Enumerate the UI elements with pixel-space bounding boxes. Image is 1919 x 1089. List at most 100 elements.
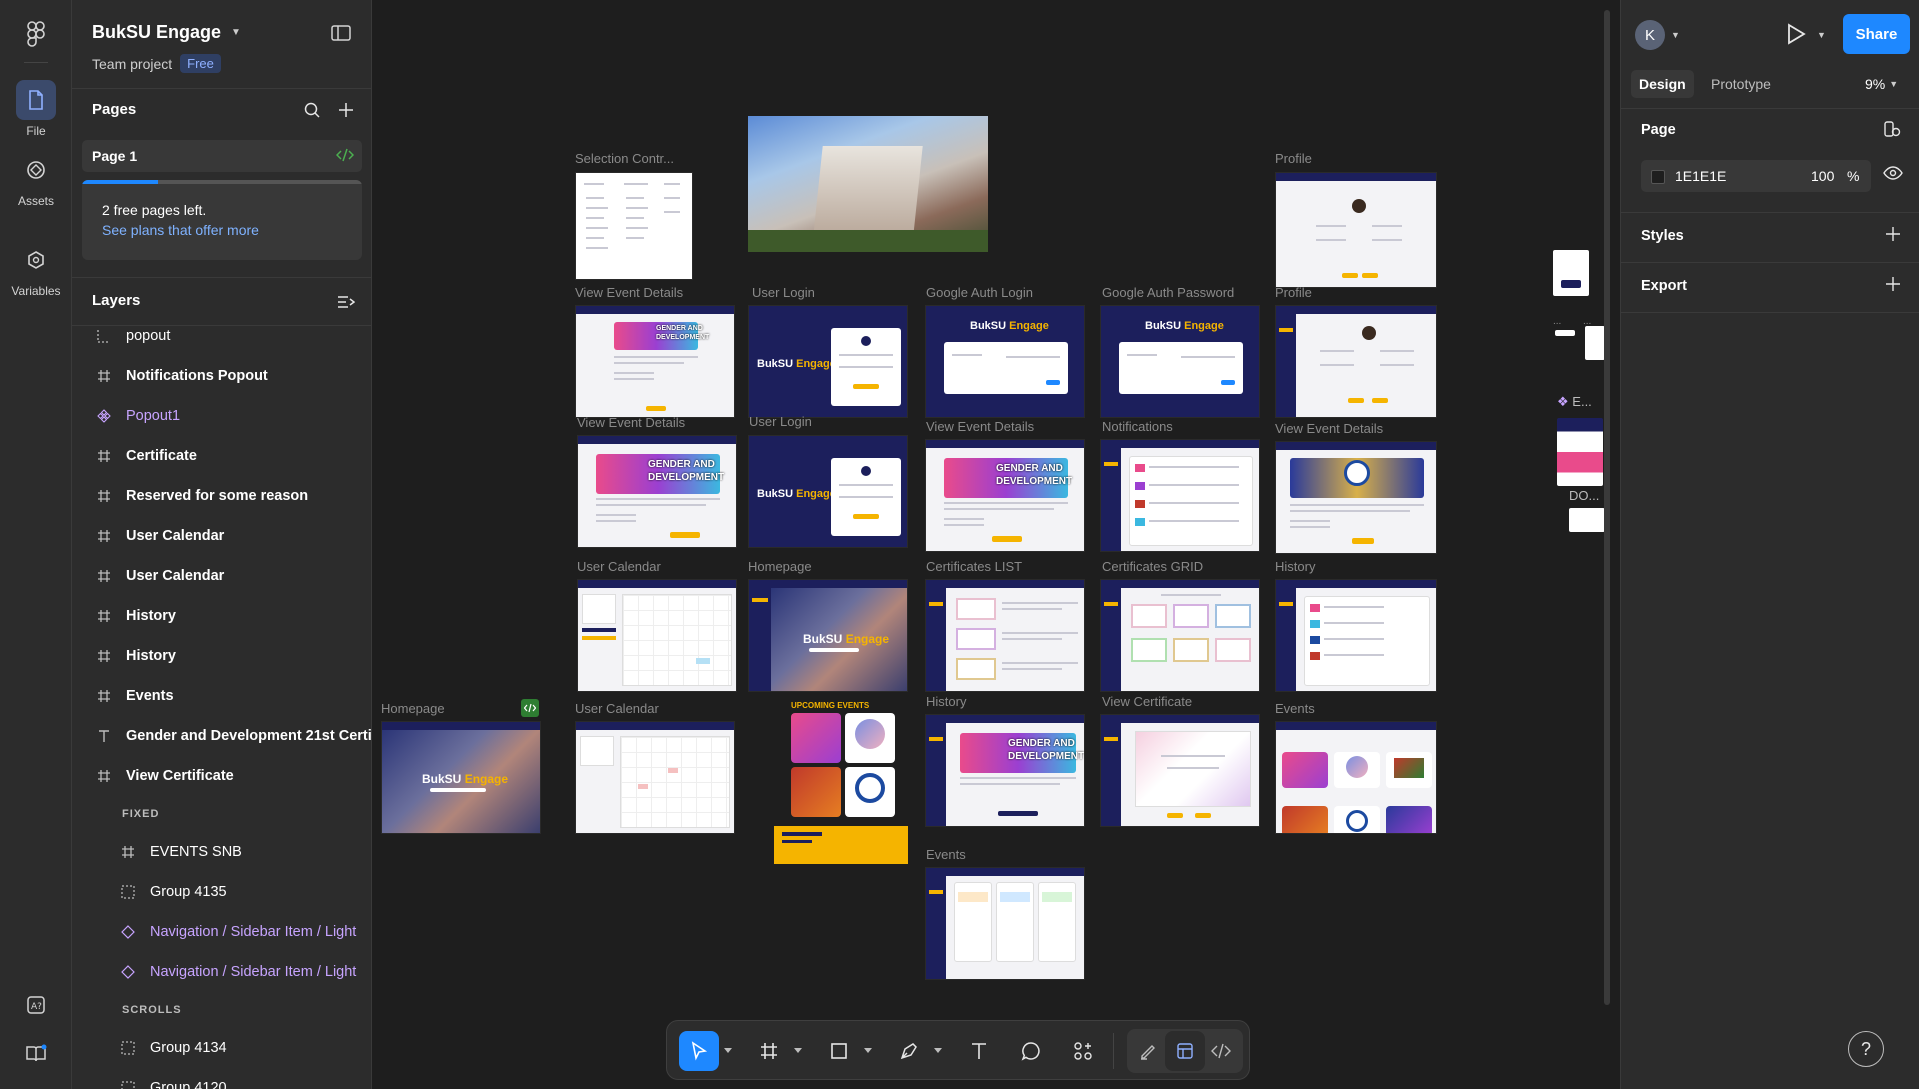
frame-history-1[interactable] [1275, 579, 1437, 692]
plan-badge[interactable]: Free [180, 54, 221, 73]
frame-label[interactable]: Homepage [381, 701, 445, 716]
event-tile-gad[interactable] [791, 713, 841, 763]
draw-mode-button[interactable] [1129, 1031, 1169, 1071]
frame-label[interactable]: Profile [1275, 151, 1312, 166]
figma-logo-icon[interactable] [24, 21, 48, 47]
layer-row[interactable]: View Certificate [72, 756, 371, 796]
frame-label[interactable]: View Event Details [926, 419, 1034, 434]
frame-label[interactable]: Notifications [1102, 419, 1173, 434]
tab-design[interactable]: Design [1631, 70, 1694, 98]
frame-label[interactable]: View Event Details [577, 415, 685, 430]
frame-view-event-details-1[interactable]: GENDER AND DEVELOPMENT [575, 305, 735, 418]
frame-label[interactable]: Selection Contr... [575, 151, 674, 166]
frame-label[interactable]: Certificates GRID [1102, 559, 1203, 574]
event-tile-seal[interactable] [845, 767, 895, 817]
resources-book-icon[interactable] [24, 1042, 48, 1066]
layer-row[interactable]: popout [72, 316, 371, 356]
chevron-down-icon[interactable] [933, 1045, 943, 1055]
frame-user-calendar-2[interactable] [575, 721, 735, 834]
add-style-plus-icon[interactable] [1885, 226, 1905, 246]
layer-row[interactable]: Popout1 [72, 396, 371, 436]
visibility-eye-icon[interactable] [1883, 166, 1905, 186]
rail-item-assets[interactable]: Assets [0, 150, 72, 208]
frame-selection-controls[interactable] [575, 172, 693, 280]
bg-opacity[interactable]: 100 [1811, 168, 1834, 184]
layer-row[interactable]: Group 4135 [72, 872, 371, 912]
frame-label[interactable]: Google Auth Password [1102, 285, 1234, 300]
sidebar-toggle-icon[interactable] [331, 24, 351, 42]
frame-homepage-1[interactable]: BukSU Engage [748, 579, 908, 692]
frame-certificates-grid[interactable] [1100, 579, 1260, 692]
page-item-1[interactable]: Page 1 [82, 140, 362, 172]
frame-profile-1[interactable] [1275, 172, 1437, 288]
layer-row[interactable]: Navigation / Sidebar Item / Light [72, 912, 371, 952]
bg-color-hex[interactable]: 1E1E1E [1675, 168, 1726, 184]
layer-group-header[interactable]: FIXED [72, 796, 371, 832]
frame-label[interactable]: Homepage [748, 559, 812, 574]
frame-history-2[interactable]: GENDER AND DEVELOPMENT [925, 714, 1085, 827]
layer-row[interactable]: Certificate [72, 436, 371, 476]
frame-notifications[interactable] [1100, 439, 1260, 552]
frame-label[interactable]: User Calendar [575, 701, 659, 716]
rail-item-variables[interactable]: Variables [0, 240, 72, 298]
layer-row[interactable]: Reserved for some reason [72, 476, 371, 516]
add-export-plus-icon[interactable] [1885, 276, 1905, 296]
frame-building-photo[interactable] [748, 116, 988, 252]
chevron-down-icon[interactable]: ▼ [1671, 30, 1680, 40]
rail-item-file[interactable]: File [0, 80, 72, 138]
dev-mode-button[interactable] [1201, 1031, 1241, 1071]
layer-row[interactable]: History [72, 596, 371, 636]
share-button[interactable]: Share [1843, 14, 1910, 54]
shape-tool-button[interactable] [819, 1031, 859, 1071]
page-background-color-field[interactable]: 1E1E1E 100 % [1641, 160, 1871, 192]
layer-row[interactable]: User Calendar [72, 516, 371, 556]
chevron-down-icon[interactable] [723, 1045, 733, 1055]
chevron-down-icon[interactable] [793, 1045, 803, 1055]
tab-prototype[interactable]: Prototype [1703, 70, 1779, 98]
frame-events-2[interactable] [925, 867, 1085, 980]
frame-label[interactable]: ❖ E... [1557, 394, 1592, 410]
ai-icon[interactable]: A? [24, 993, 48, 1017]
frame-label[interactable]: Events [926, 847, 966, 862]
frame-homepage-2[interactable]: BukSU Engage [381, 721, 541, 834]
frame-label[interactable]: Events [1275, 701, 1315, 716]
frame-label[interactable]: User Login [749, 414, 812, 429]
search-icon[interactable] [302, 100, 322, 120]
frame-label[interactable]: User Calendar [577, 559, 661, 574]
move-tool-button[interactable] [679, 1031, 719, 1071]
comment-tool-button[interactable] [1011, 1031, 1051, 1071]
project-title[interactable]: BukSU Engage ▼ [92, 22, 241, 43]
layer-row[interactable]: Group 4134 [72, 1028, 371, 1068]
layer-row[interactable]: Gender and Development 21st Certificate [72, 716, 371, 756]
mini-frame-events[interactable] [1557, 418, 1603, 486]
chevron-down-icon[interactable] [863, 1045, 873, 1055]
design-canvas[interactable]: Selection Contr... Profile View Event De… [373, 0, 1619, 1089]
frame-view-event-details-3[interactable]: GENDER AND DEVELOPMENT [925, 439, 1085, 552]
frame-label[interactable]: User Login [752, 285, 815, 300]
frame-label[interactable]: DO... [1569, 488, 1599, 503]
layers-list-icon[interactable] [336, 292, 356, 312]
see-plans-link[interactable]: See plans that offer more [102, 222, 259, 238]
frame-profile-2[interactable] [1275, 305, 1437, 418]
frame-label[interactable]: View Event Details [575, 285, 683, 300]
layer-row[interactable]: Group 4120 [72, 1068, 371, 1089]
present-play-icon[interactable] [1785, 22, 1809, 46]
frame-tool-button[interactable] [749, 1031, 789, 1071]
actions-tool-button[interactable] [1063, 1031, 1103, 1071]
chevron-down-icon[interactable]: ▼ [1817, 30, 1826, 40]
layer-row[interactable]: Events [72, 676, 371, 716]
layer-row[interactable]: History [72, 636, 371, 676]
page-settings-icon[interactable] [1883, 120, 1903, 140]
frame-user-calendar-1[interactable] [577, 579, 737, 692]
frame-user-login-1[interactable]: BukSU Engage [748, 305, 908, 418]
frame-google-auth-login[interactable]: BukSU Engage [925, 305, 1085, 418]
frame-label[interactable]: History [926, 694, 966, 709]
mini-frame-1[interactable] [1553, 250, 1589, 296]
layer-group-header[interactable]: SCROLLS [72, 992, 371, 1028]
color-swatch[interactable] [1651, 170, 1665, 184]
user-avatar[interactable]: K [1635, 20, 1665, 50]
frame-events-1[interactable] [1275, 721, 1437, 834]
frame-label[interactable]: Certificates LIST [926, 559, 1022, 574]
add-page-plus-icon[interactable] [336, 100, 356, 120]
frame-view-certificate[interactable] [1100, 714, 1260, 827]
